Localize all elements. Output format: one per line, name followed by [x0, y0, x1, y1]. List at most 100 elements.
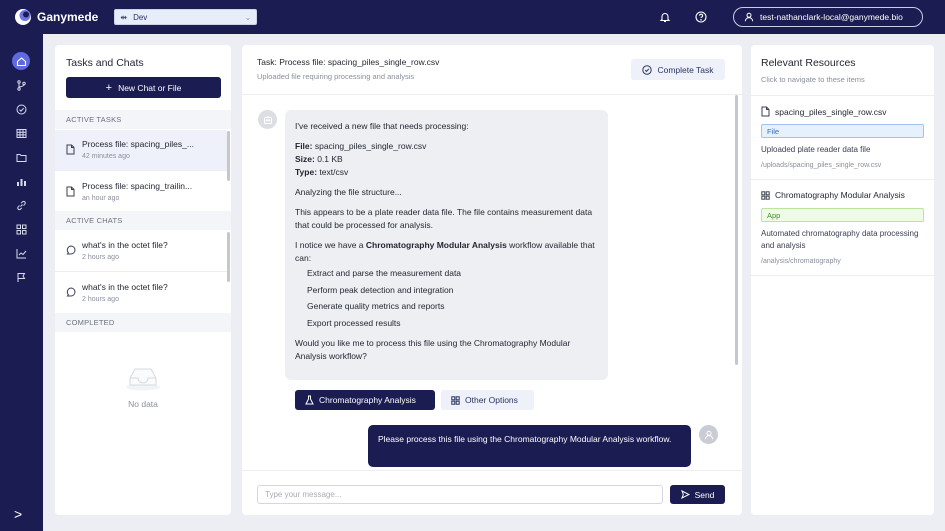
resource-name: spacing_piles_single_row.csv	[761, 106, 887, 117]
expand-sidebar-icon[interactable]: >	[14, 506, 22, 522]
top-bar: Ganymede ⇹ Dev ⌄ test-nathanclark-local@…	[0, 0, 945, 34]
send-label: Send	[694, 489, 715, 500]
workflow-notice: I notice we have a Chromatography Modula…	[295, 239, 598, 265]
nav-rail: >	[0, 34, 43, 531]
chat-item[interactable]: what's in the octet file? 2 hours ago	[55, 273, 227, 314]
empty-state: No data	[55, 365, 231, 409]
other-options-label: Other Options	[465, 395, 518, 405]
task-time: 42 minutes ago	[82, 153, 130, 160]
resource-name-text: Chromatography Modular Analysis	[775, 190, 905, 200]
tasks-scrollbar[interactable]	[227, 131, 230, 181]
task-title: Process file: spacing_trailin...	[82, 181, 193, 191]
task-title: Process file: spacing_piles_...	[82, 139, 194, 149]
environment-icon: ⇹	[120, 12, 128, 22]
complete-task-button[interactable]: Complete Task	[631, 59, 725, 80]
grid-icon	[761, 190, 770, 200]
process-question: Would you like me to process this file u…	[295, 337, 571, 361]
chat-scrollbar[interactable]	[735, 95, 738, 365]
new-chat-label: New Chat or File	[118, 82, 182, 93]
chromatography-analysis-label: Chromatography Analysis	[319, 395, 416, 405]
file-value: spacing_piles_single_row.csv	[312, 141, 427, 151]
list-item: Generate quality metrics and reports	[307, 301, 445, 311]
robot-icon	[263, 115, 272, 124]
resource-path: /analysis/chromatography	[761, 258, 841, 265]
task-title-heading: Task: Process file: spacing_piles_single…	[257, 57, 440, 67]
app-badge: App	[761, 208, 924, 222]
chat-title: what's in the octet file?	[82, 240, 168, 250]
resources-panel: Relevant Resources Click to navigate to …	[751, 45, 934, 515]
app-logo[interactable]: Ganymede	[14, 8, 98, 26]
analyzing-text: Analyzing the file structure...	[295, 187, 402, 197]
message-input[interactable]	[257, 485, 663, 504]
resource-description: Uploaded plate reader data file	[761, 145, 871, 154]
task-item[interactable]: Process file: spacing_trailin... an hour…	[55, 172, 227, 213]
home-icon[interactable]	[12, 52, 30, 70]
user-icon	[704, 430, 713, 439]
user-menu-button[interactable]: test-nathanclark-local@ganymede.bio	[733, 7, 923, 27]
user-email: test-nathanclark-local@ganymede.bio	[760, 12, 903, 22]
notice-pre: I notice we have a	[295, 240, 366, 250]
link-icon[interactable]	[12, 196, 30, 214]
notice-workflow: Chromatography Modular Analysis	[365, 240, 507, 250]
app-name: Ganymede	[37, 10, 99, 24]
new-chat-button[interactable]: + New Chat or File	[66, 77, 221, 98]
resource-name-text: spacing_piles_single_row.csv	[775, 106, 887, 117]
check-circle-icon[interactable]	[12, 100, 30, 118]
type-line: Type: text/csv	[295, 166, 598, 179]
task-subtitle: Uploaded file requiring processing and a…	[257, 72, 415, 81]
resource-name: Chromatography Modular Analysis	[761, 190, 905, 200]
document-icon	[761, 106, 770, 117]
list-item: Extract and parse the measurement data	[307, 268, 462, 278]
capability-list: Extract and parse the measurement data P…	[307, 267, 598, 330]
chat-time: 2 hours ago	[82, 254, 119, 261]
chevron-down-icon: ⌄	[244, 12, 252, 22]
bell-icon[interactable]	[657, 9, 673, 25]
list-item: Export processed results	[307, 317, 401, 328]
chat-bubble-icon	[66, 287, 76, 299]
task-item[interactable]: Process file: spacing_piles_... 42 minut…	[55, 130, 227, 171]
branch-icon[interactable]	[12, 76, 30, 94]
chat-title: what's in the octet file?	[82, 282, 168, 292]
flag-icon[interactable]	[12, 268, 30, 286]
message-list: I've received a new file that needs proc…	[242, 96, 742, 468]
grid-icon[interactable]	[12, 220, 30, 238]
user-icon	[744, 12, 754, 22]
section-active-tasks: ACTIVE TASKS	[55, 110, 231, 129]
help-icon[interactable]	[693, 9, 709, 25]
chat-time: 2 hours ago	[82, 296, 119, 303]
resources-title: Relevant Resources	[761, 57, 856, 69]
assistant-message: I've received a new file that needs proc…	[285, 110, 608, 380]
size-value: 0.1 KB	[314, 154, 343, 164]
other-options-button[interactable]: Other Options	[441, 390, 534, 410]
flask-icon	[305, 395, 314, 405]
plus-icon: +	[105, 81, 113, 94]
ganymede-logo-icon	[15, 9, 31, 25]
resource-item-file[interactable]: spacing_piles_single_row.csv File Upload…	[751, 95, 934, 178]
empty-state-text: No data	[128, 399, 158, 409]
size-line: Size: 0.1 KB	[295, 153, 598, 166]
resource-path: /uploads/spacing_piles_single_row.csv	[761, 162, 882, 169]
document-icon	[66, 144, 75, 157]
resources-subtitle: Click to navigate to these items	[761, 75, 865, 84]
chat-panel: Task: Process file: spacing_piles_single…	[242, 45, 742, 515]
environment-value: Dev	[133, 12, 148, 22]
chats-scrollbar[interactable]	[227, 232, 230, 282]
file-badge: File	[761, 124, 924, 138]
folder-icon[interactable]	[12, 148, 30, 166]
resource-item-app[interactable]: Chromatography Modular Analysis App Auto…	[751, 179, 934, 276]
environment-select[interactable]: ⇹ Dev ⌄	[114, 9, 258, 25]
tasks-panel-title: Tasks and Chats	[66, 57, 144, 69]
complete-task-label: Complete Task	[657, 64, 714, 75]
bar-chart-icon[interactable]	[12, 172, 30, 190]
message-composer: Send	[242, 470, 742, 515]
type-value: text/csv	[317, 167, 349, 177]
resource-description: Automated chromatography data processing…	[761, 229, 919, 250]
send-button[interactable]: Send	[670, 485, 725, 504]
message-intro: I've received a new file that needs proc…	[295, 121, 469, 131]
table-icon[interactable]	[12, 124, 30, 142]
chromatography-analysis-button[interactable]: Chromatography Analysis	[295, 390, 435, 410]
file-line: File: spacing_piles_single_row.csv	[295, 140, 598, 153]
line-chart-icon[interactable]	[12, 244, 30, 262]
empty-inbox-icon	[126, 368, 160, 391]
chat-item[interactable]: what's in the octet file? 2 hours ago	[55, 231, 227, 272]
